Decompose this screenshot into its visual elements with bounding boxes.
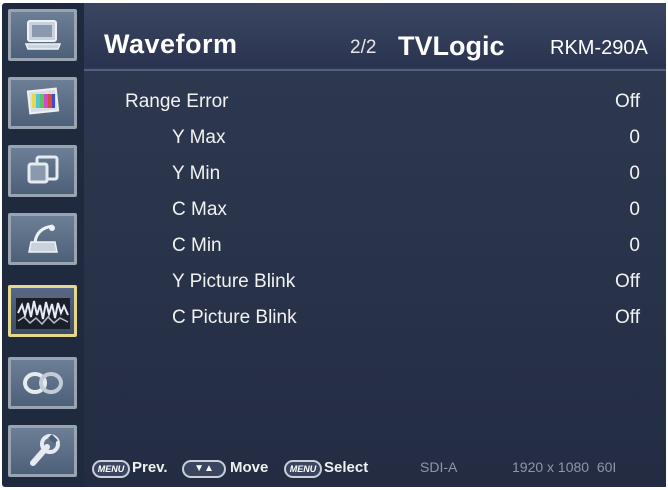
wrench-icon [23, 433, 63, 469]
select-hint: Select [324, 459, 369, 476]
menu-item-value: Off [615, 91, 640, 112]
menu-item-value: 0 [629, 199, 640, 220]
satellite-dish-icon [23, 222, 63, 256]
menu-item-c-picture-blink[interactable]: C Picture Blink Off [84, 307, 666, 337]
menu-item-value: Off [615, 307, 640, 328]
sidebar-tile-color[interactable] [8, 77, 77, 129]
key-guide-bar: MENU Prev. ▼▲ Move MENU Select SDI-A 192… [84, 447, 666, 487]
input-source: SDI-A [420, 459, 458, 475]
prev-hint: Prev. [132, 459, 168, 476]
menu-item-label: Y Picture Blink [172, 271, 296, 292]
brand-logo: TVLogic [398, 31, 505, 61]
menu-item-label: C Picture Blink [172, 307, 297, 328]
menu-item-value: 0 [629, 127, 640, 148]
sidebar-tile-monitor[interactable] [8, 9, 77, 61]
menu-item-y-min[interactable]: Y Min 0 [84, 163, 666, 193]
menu-item-value: 0 [629, 235, 640, 256]
menu-header: Waveform 2/2 TVLogic RKM-290A [84, 3, 666, 67]
sidebar-tile-input[interactable] [8, 213, 77, 265]
signal-format: 1920 x 1080 60I [512, 459, 617, 475]
link-icon [21, 368, 65, 398]
sidebar-tile-utility[interactable] [8, 425, 77, 477]
sidebar-tile-window[interactable] [8, 145, 77, 197]
header-divider [84, 69, 666, 71]
model-name: RKM-290A [550, 37, 648, 59]
menu-item-range-error[interactable]: Range Error Off [84, 91, 666, 121]
menu-item-c-max[interactable]: C Max 0 [84, 199, 666, 229]
menu-item-y-max[interactable]: Y Max 0 [84, 127, 666, 157]
menu-title: Waveform [104, 29, 238, 59]
move-hint: Move [230, 459, 269, 476]
menu-item-c-min[interactable]: C Min 0 [84, 235, 666, 265]
menu-item-label: Range Error [125, 91, 229, 112]
arrow-keys-icon: ▼▲ [182, 460, 226, 478]
waveform-icon [15, 293, 70, 329]
menu-item-label: C Max [172, 199, 227, 220]
sidebar-tile-waveform[interactable] [8, 285, 77, 337]
menu-item-y-picture-blink[interactable]: Y Picture Blink Off [84, 271, 666, 301]
windows-icon [23, 154, 63, 188]
menu-item-label: C Min [172, 235, 222, 256]
menu-item-label: Y Max [172, 127, 226, 148]
osd-menu-window: Waveform 2/2 TVLogic RKM-290A Range Erro… [2, 3, 666, 487]
category-sidebar [2, 3, 84, 487]
menu-item-value: 0 [629, 163, 640, 184]
color-bars-icon [23, 86, 63, 120]
menu-item-label: Y Min [172, 163, 221, 184]
sidebar-tile-link[interactable] [8, 357, 77, 409]
settings-panel: Waveform 2/2 TVLogic RKM-290A Range Erro… [84, 3, 666, 487]
menu-key-icon: MENU [92, 460, 130, 478]
page-indicator: 2/2 [350, 37, 377, 58]
select-key-icon: MENU [284, 460, 322, 478]
monitor-icon [23, 18, 63, 52]
menu-item-value: Off [615, 271, 640, 292]
